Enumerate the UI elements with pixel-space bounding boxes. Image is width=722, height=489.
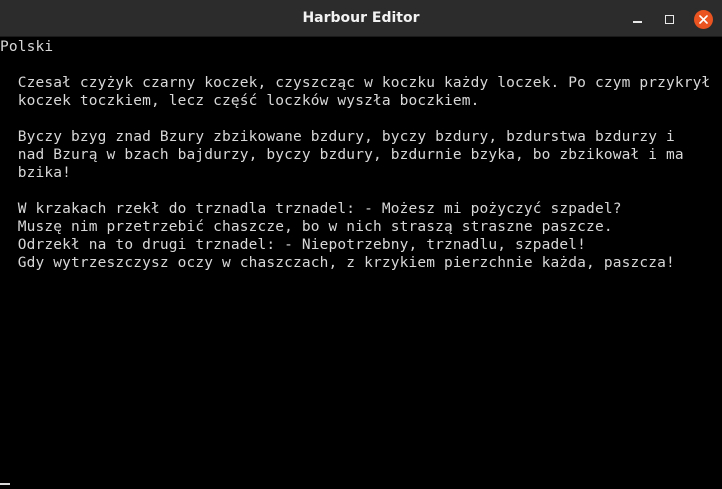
text-line: Muszę nim przetrzebić chaszcze, bo w nic… [0, 219, 613, 235]
text-line: Polski [0, 39, 54, 55]
text-cursor [0, 483, 10, 485]
minimize-button[interactable] [627, 9, 647, 29]
title-bar[interactable]: Harbour Editor [0, 0, 722, 37]
text-line: nad Bzurą w bzach bajdurzy, byczy bzdury… [0, 147, 684, 163]
text-line: koczek toczkiem, lecz część loczków wysz… [0, 93, 480, 109]
close-button[interactable] [693, 9, 713, 29]
text-line: Byczy bzyg znad Bzury zbzikowane bzdury,… [0, 129, 675, 145]
window-title: Harbour Editor [302, 10, 420, 26]
text-line: Odrzekł na to drugi trznadel: - Niepotrz… [0, 237, 587, 253]
text-line: bzika! [0, 165, 72, 181]
close-icon [693, 9, 713, 29]
maximize-button[interactable] [659, 9, 679, 29]
text-line: Czesał czyżyk czarny koczek, czyszcząc w… [0, 75, 711, 91]
minimize-icon [632, 21, 642, 23]
text-line: W krzakach rzekł do trznadla trznadel: -… [0, 201, 622, 217]
editor-text-area[interactable]: Polski Czesał czyżyk czarny koczek, czys… [0, 37, 722, 489]
maximize-icon [664, 14, 674, 24]
editor-window: Harbour Editor Polski Czesał czyżyk czar… [0, 0, 722, 489]
text-line: Gdy wytrzeszczysz oczy w chaszczach, z k… [0, 255, 675, 271]
